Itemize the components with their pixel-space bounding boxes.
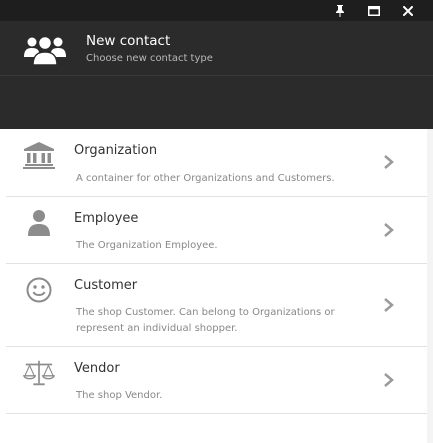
list-scroll-edge <box>427 129 433 443</box>
chevron-right-icon <box>382 297 396 313</box>
contact-type-label: Customer <box>74 278 138 293</box>
contact-type-description: The shop Customer. Can belong to Organiz… <box>76 307 335 334</box>
dialog-header: New contact Choose new contact type <box>0 21 433 129</box>
contact-type-label: Vendor <box>74 361 120 376</box>
users-group-icon <box>24 33 66 66</box>
balance-scale-icon <box>23 358 55 388</box>
smiley-icon <box>23 275 55 305</box>
contact-type-employee[interactable]: Employee The Organization Employee. <box>6 197 427 264</box>
chevron-right-icon <box>382 154 396 170</box>
person-icon <box>23 208 55 238</box>
bank-building-icon <box>23 140 55 170</box>
contact-type-vendor[interactable]: Vendor The shop Vendor. <box>6 347 427 414</box>
close-icon[interactable] <box>393 0 423 21</box>
contact-type-description: The Organization Employee. <box>76 240 218 251</box>
contact-type-label: Organization <box>74 143 158 158</box>
contact-type-organization[interactable]: Organization A container for other Organ… <box>6 129 427 197</box>
header-divider <box>0 75 433 76</box>
chevron-right-icon <box>382 372 396 388</box>
pin-icon[interactable] <box>325 0 355 21</box>
maximize-icon[interactable] <box>359 0 389 21</box>
dialog-title: New contact <box>86 33 171 49</box>
contact-type-label: Employee <box>74 211 139 226</box>
dialog-subtitle: Choose new contact type <box>86 53 213 64</box>
chevron-right-icon <box>382 222 396 238</box>
contact-type-description: A container for other Organizations and … <box>76 173 335 184</box>
contact-type-customer[interactable]: Customer The shop Customer. Can belong t… <box>6 264 427 347</box>
contact-type-list: Organization A container for other Organ… <box>0 129 433 443</box>
contact-type-description: The shop Vendor. <box>76 390 163 401</box>
window-titlebar <box>0 0 433 21</box>
new-contact-dialog: New contact Choose new contact type Orga… <box>0 0 433 443</box>
